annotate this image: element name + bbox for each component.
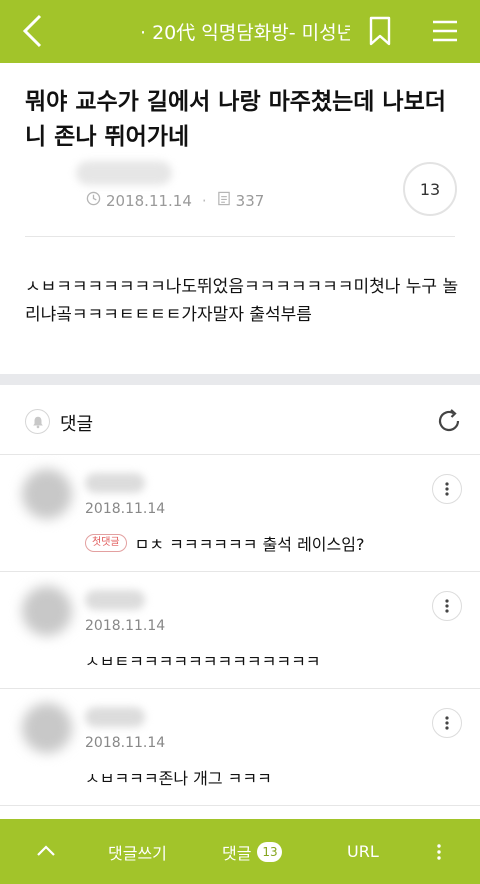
post-title: 뭐야 교수가 길에서 나랑 마주쳤는데 나보더니 존나 뛰어가네: [25, 89, 446, 150]
more-options-icon[interactable]: [432, 591, 462, 621]
comment-item: 2018.11.14 ㅅㅂㅌㅋㅋㅋㅋㅋㅋㅋㅋㅋㅋㅋㅋㅋ: [0, 572, 480, 689]
post-views: 337: [235, 191, 265, 210]
hamburger-menu-icon[interactable]: [432, 19, 458, 43]
commenter-name-blurred: [85, 590, 145, 610]
refresh-icon[interactable]: [435, 407, 463, 435]
top-app-bar: · 20代 익명담화방- 미성년...: [0, 0, 480, 63]
more-options-icon[interactable]: [432, 474, 462, 504]
comment-date: 2018.11.14: [85, 735, 166, 751]
views-icon: [217, 191, 236, 210]
comments-label: 댓글: [60, 414, 94, 435]
comment-item: 2018.11.14 첫댓글 ㅁㅊ ㅋㅋㅋㅋㅋㅋ 출석 레이스임?: [0, 455, 480, 572]
back-arrow-icon[interactable]: [20, 14, 46, 48]
comment-text: ㅁㅊ ㅋㅋㅋㅋㅋㅋ 출석 레이스임?: [134, 535, 365, 554]
avatar: [22, 469, 72, 519]
commenter-name-blurred: [85, 473, 145, 493]
comment-text: ㅅㅂㅋㅋㅋ존나 개그 ㅋㅋㅋ: [85, 769, 272, 788]
clock-icon: [86, 191, 106, 210]
url-label: URL: [347, 842, 379, 861]
commenter-name-blurred: [85, 707, 145, 727]
section-separator: [0, 374, 480, 385]
bookmark-icon[interactable]: [368, 16, 392, 46]
comment-item: 2018.11.14 ㅅㅂㅋㅋㅋ존나 개그 ㅋㅋㅋ: [0, 689, 480, 806]
more-menu-icon[interactable]: [437, 819, 441, 884]
comments-button-label: 댓글: [222, 843, 252, 863]
bell-icon[interactable]: [25, 409, 50, 434]
meta-separator: ·: [201, 191, 207, 210]
comment-count-button[interactable]: 13: [403, 162, 457, 216]
comment-date: 2018.11.14: [85, 501, 166, 517]
chevron-up-icon: [36, 842, 56, 861]
post-meta: 2018.11.14 · 337: [86, 191, 264, 210]
url-button[interactable]: URL: [347, 819, 379, 884]
avatar: [22, 586, 72, 636]
comments-button[interactable]: 댓글 13: [222, 819, 283, 884]
comments-header: 댓글: [0, 385, 480, 455]
comment-text-row: 첫댓글 ㅁㅊ ㅋㅋㅋㅋㅋㅋ 출석 레이스임?: [85, 531, 364, 555]
author-name-blurred: [76, 161, 172, 185]
comment-list: 2018.11.14 첫댓글 ㅁㅊ ㅋㅋㅋㅋㅋㅋ 출석 레이스임? 2018.1…: [0, 455, 480, 806]
divider: [25, 236, 455, 237]
post-body: ㅅㅂㅋㅋㅋㅋㅋㅋㅋ나도뛰었음ㅋㅋㅋㅋㅋㅋㅋ미쳣나 누구 놀리냐곸ㅋㅋㅋㅌㅌㅌㅌ가…: [25, 277, 459, 325]
post-date: 2018.11.14: [106, 191, 192, 210]
board-title: · 20代 익명담화방- 미성년...: [140, 22, 350, 44]
scroll-top-button[interactable]: [36, 819, 56, 884]
more-options-icon[interactable]: [432, 708, 462, 738]
comment-text: ㅅㅂㅌㅋㅋㅋㅋㅋㅋㅋㅋㅋㅋㅋㅋㅋ: [85, 652, 321, 671]
avatar: [22, 703, 72, 753]
write-comment-button[interactable]: 댓글쓰기: [108, 819, 167, 884]
comment-date: 2018.11.14: [85, 618, 166, 634]
write-comment-label: 댓글쓰기: [108, 843, 167, 863]
comment-count-badge: 13: [257, 841, 283, 862]
first-comment-badge: 첫댓글: [85, 534, 127, 552]
bottom-action-bar: 댓글쓰기 댓글 13 URL: [0, 819, 480, 884]
